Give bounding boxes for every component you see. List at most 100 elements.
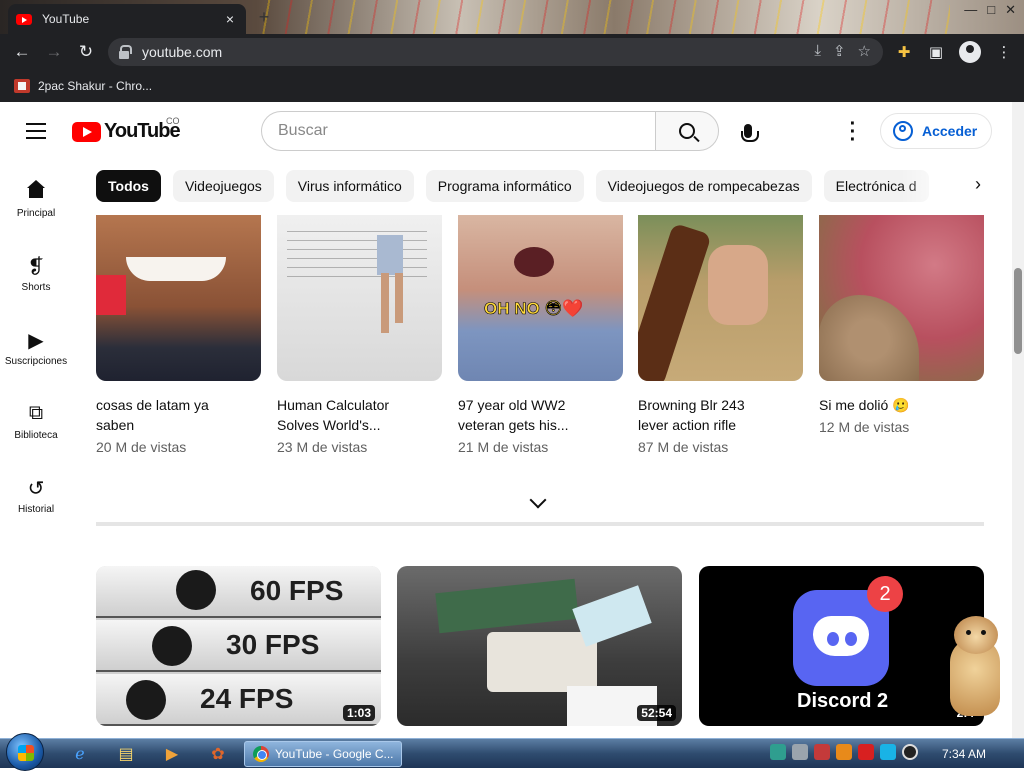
forward-arrow-icon[interactable]: → bbox=[38, 36, 70, 68]
short-item[interactable]: cosas de latam ya saben 20 M de vistas bbox=[96, 215, 261, 455]
taskbar-chrome-window[interactable]: YouTube - Google C... bbox=[244, 741, 402, 767]
windows-logo-icon bbox=[18, 745, 34, 761]
profile-avatar-icon[interactable] bbox=[959, 41, 981, 63]
side-panel-icon[interactable]: ▣ bbox=[927, 43, 945, 61]
search-button[interactable] bbox=[655, 111, 719, 151]
media-player-icon[interactable]: ▶ bbox=[152, 742, 192, 766]
chrome-menu-icon[interactable]: ⋮ bbox=[995, 43, 1013, 61]
fps-dot-graphic bbox=[176, 570, 216, 610]
sidebar-item-historial[interactable]: ↺ Historial bbox=[0, 458, 72, 532]
hamster-desktop-pet[interactable] bbox=[942, 616, 1008, 720]
short-title[interactable]: Browning Blr 243 lever action rifle bbox=[638, 395, 803, 435]
video-thumbnail[interactable]: 52:54 bbox=[397, 566, 682, 726]
hamburger-menu-icon[interactable] bbox=[26, 123, 46, 144]
show-more-chevron-icon[interactable] bbox=[529, 491, 547, 509]
short-views: 21 M de vistas bbox=[458, 439, 549, 455]
tray-app-icon[interactable] bbox=[770, 744, 786, 760]
short-title[interactable]: 97 year old WW2 veteran gets his... bbox=[458, 395, 623, 435]
sidebar-item-shorts[interactable]: ❡ Shorts bbox=[0, 236, 72, 310]
fps-row: 60 FPS bbox=[96, 566, 381, 618]
short-thumbnail[interactable] bbox=[96, 215, 261, 381]
short-item[interactable]: Browning Blr 243 lever action rifle 87 M … bbox=[638, 215, 803, 455]
lock-icon[interactable] bbox=[118, 45, 132, 59]
address-bar[interactable]: youtube.com ⤓ ⇪ ☆ bbox=[108, 38, 883, 66]
tray-security-icon[interactable] bbox=[814, 744, 830, 760]
bookmark-star-icon[interactable]: ☆ bbox=[858, 42, 871, 60]
scrollbar-thumb[interactable] bbox=[1014, 268, 1022, 354]
short-title[interactable]: Si me dolió 🥲 bbox=[819, 395, 984, 415]
microphone-icon bbox=[741, 124, 759, 142]
subscriptions-icon: ▶︎ bbox=[28, 330, 44, 352]
short-item[interactable]: OH NO 😳❤️ 97 year old WW2 veteran gets hi… bbox=[458, 215, 623, 455]
sidebar-item-label: Historial bbox=[17, 504, 55, 515]
short-views: 23 M de vistas bbox=[277, 439, 368, 455]
wallpaper-theme bbox=[250, 0, 950, 34]
tray-volume-icon[interactable] bbox=[902, 744, 918, 760]
short-item[interactable]: Si me dolió 🥲 12 M de vistas bbox=[819, 215, 984, 435]
chips-fade bbox=[900, 170, 960, 202]
tray-flag-icon[interactable] bbox=[858, 744, 874, 760]
short-views: 20 M de vistas bbox=[96, 439, 187, 455]
sidebar-item-principal[interactable]: Principal bbox=[0, 162, 72, 236]
internet-explorer-icon[interactable]: ℯ bbox=[60, 742, 100, 766]
taskbar-clock[interactable]: 7:34 AM bbox=[942, 747, 986, 761]
youtube-favicon-icon bbox=[16, 13, 32, 25]
settings-more-icon[interactable]: · · · bbox=[843, 114, 863, 150]
device-graphic bbox=[572, 585, 652, 647]
short-thumbnail[interactable] bbox=[277, 215, 442, 381]
install-app-icon[interactable]: ⤓ bbox=[814, 42, 821, 60]
whiteboard-numbers-graphic bbox=[287, 223, 427, 283]
fps-row: 30 FPS bbox=[96, 620, 381, 672]
sidebar-item-suscripciones[interactable]: ▶︎ Suscripciones bbox=[0, 310, 72, 384]
chip-todos[interactable]: Todos bbox=[96, 170, 161, 202]
page-scrollbar[interactable] bbox=[1012, 102, 1024, 738]
close-window-button[interactable]: ✕ bbox=[1005, 2, 1016, 18]
tray-search-icon[interactable] bbox=[836, 744, 852, 760]
new-tab-button[interactable]: + bbox=[252, 7, 276, 28]
short-title[interactable]: cosas de latam ya saben bbox=[96, 395, 261, 435]
tab-title: YouTube bbox=[42, 12, 90, 26]
short-item[interactable]: Human Calculator Solves World's... 23 M d… bbox=[277, 215, 442, 455]
search-input[interactable]: Buscar bbox=[261, 111, 656, 151]
youtube-logo[interactable]: YouTube CO bbox=[72, 116, 181, 143]
hamster-eye-graphic bbox=[981, 630, 986, 635]
chip-programa-informatico[interactable]: Programa informático bbox=[425, 170, 584, 202]
gravel-graphic bbox=[819, 295, 919, 381]
fps-label: 30 FPS bbox=[226, 629, 320, 660]
short-title-line: lever action rifle bbox=[638, 417, 737, 433]
minimize-button[interactable]: — bbox=[964, 2, 977, 18]
extensions-puzzle-icon[interactable]: ✚ bbox=[895, 43, 913, 61]
reload-icon[interactable]: ↻ bbox=[70, 36, 102, 68]
hand-graphic bbox=[708, 245, 768, 325]
short-thumbnail[interactable]: OH NO 😳❤️ bbox=[458, 215, 623, 381]
start-button[interactable] bbox=[6, 733, 44, 771]
chevron-right-icon[interactable]: › bbox=[966, 174, 990, 195]
discord-eye-graphic bbox=[827, 632, 839, 646]
person-leg-graphic bbox=[395, 273, 403, 323]
browser-tab-youtube[interactable]: YouTube × bbox=[8, 4, 246, 34]
short-thumbnail[interactable] bbox=[638, 215, 803, 381]
maximize-button[interactable]: □ bbox=[987, 2, 995, 18]
short-thumbnail[interactable] bbox=[819, 215, 984, 381]
tab-close-icon[interactable]: × bbox=[222, 11, 238, 27]
voice-search-button[interactable] bbox=[730, 113, 766, 149]
bookmark-favicon-icon bbox=[14, 79, 30, 93]
sign-in-button[interactable]: Acceder bbox=[880, 113, 992, 149]
chip-virus-informatico[interactable]: Virus informático bbox=[285, 170, 414, 202]
short-title-line: Browning Blr 243 bbox=[638, 397, 745, 413]
tray-network-icon[interactable] bbox=[792, 744, 808, 760]
file-explorer-icon[interactable]: ▤ bbox=[106, 742, 146, 766]
video-thumbnail-label: Discord 2 bbox=[797, 690, 889, 712]
tray-display-icon[interactable] bbox=[880, 744, 896, 760]
sidebar-item-biblioteca[interactable]: ⧉ Biblioteca bbox=[0, 384, 72, 458]
chip-videojuegos-rompecabezas[interactable]: Videojuegos de rompecabezas bbox=[595, 170, 812, 202]
paint-icon[interactable]: ✿ bbox=[198, 742, 238, 766]
circuit-board-graphic bbox=[435, 578, 579, 634]
back-arrow-icon[interactable]: ← bbox=[6, 36, 38, 68]
share-icon[interactable]: ⇪ bbox=[833, 42, 846, 60]
video-thumbnail[interactable]: 60 FPS 30 FPS 24 FPS 1:03 bbox=[96, 566, 381, 726]
short-title[interactable]: Human Calculator Solves World's... bbox=[277, 395, 442, 435]
bookmark-item[interactable]: 2pac Shakur - Chro... bbox=[38, 79, 152, 93]
extension-area: ✚ ▣ ⋮ bbox=[895, 36, 1013, 68]
chip-videojuegos[interactable]: Videojuegos bbox=[172, 170, 274, 202]
